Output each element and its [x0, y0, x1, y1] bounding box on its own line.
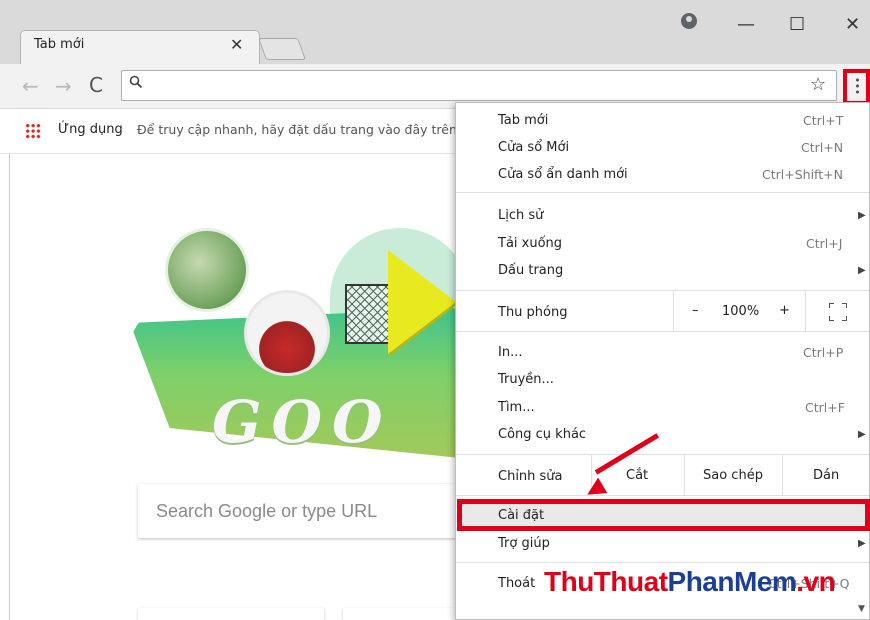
doodle-team-badge [244, 290, 330, 376]
scroll-down-icon[interactable]: ▼ [858, 604, 865, 614]
doodle-player-badge [165, 228, 249, 312]
menu-item-zoom: Thu phóng [498, 305, 568, 320]
edit-divider [782, 455, 783, 495]
menu-item-new-window[interactable]: Cửa sổ Mới [498, 140, 569, 155]
more-vert-icon[interactable] [856, 77, 859, 94]
menu-item-edit: Chỉnh sửa [498, 469, 563, 484]
menu-item-help[interactable]: Trợ giúp [498, 536, 550, 551]
menu-item-new-tab[interactable]: Tab mới [498, 113, 548, 128]
zoom-divider [805, 291, 806, 331]
zoom-in-button[interactable]: + [779, 303, 790, 318]
bookmark-star-icon[interactable]: ☆ [810, 74, 826, 95]
shortcut-find: Ctrl+F [805, 400, 845, 415]
reload-icon[interactable]: C [89, 73, 103, 97]
shortcut-print: Ctrl+P [803, 345, 844, 360]
submenu-arrow-icon: ▶ [858, 265, 866, 276]
zoom-divider [673, 291, 674, 331]
new-tab-button[interactable] [257, 38, 307, 60]
menu-item-exit[interactable]: Thoát [498, 576, 535, 591]
shortcut-new-window: Ctrl+N [801, 140, 844, 155]
zoom-out-button[interactable]: – [692, 303, 699, 318]
watermark: ThuThuatPhanMem.vn [544, 566, 836, 597]
edit-paste-button[interactable]: Dán [813, 468, 839, 483]
menu-item-bookmarks[interactable]: Dấu trang [498, 263, 563, 278]
menu-separator [456, 562, 869, 563]
menu-item-history[interactable]: Lịch sử [498, 208, 543, 223]
search-placeholder: Search Google or type URL [156, 501, 378, 521]
search-icon [129, 75, 143, 93]
edit-cut-button[interactable]: Cắt [626, 468, 648, 483]
edit-copy-button[interactable]: Sao chép [703, 468, 763, 483]
edit-divider [684, 455, 685, 495]
tab-title: Tab mới [34, 37, 85, 52]
zoom-level: 100% [722, 304, 760, 319]
fullscreen-icon[interactable] [829, 303, 847, 321]
menu-separator [456, 454, 869, 455]
shortcut-downloads: Ctrl+J [806, 236, 843, 251]
menu-separator [456, 495, 869, 496]
submenu-arrow-icon: ▶ [858, 210, 866, 221]
page-left-edge [0, 154, 10, 620]
apps-grid-icon[interactable] [25, 123, 41, 139]
menu-item-more-tools[interactable]: Công cụ khác [498, 427, 586, 442]
doodle-goal-net [345, 284, 393, 344]
submenu-arrow-icon: ▶ [858, 538, 866, 549]
menu-item-find[interactable]: Tìm... [498, 400, 535, 415]
profile-icon[interactable] [681, 13, 697, 29]
bookmarks-hint: Để truy cập nhanh, hãy đặt dấu trang vào… [137, 122, 455, 137]
menu-separator [456, 331, 869, 332]
apps-link[interactable]: Ứng dụng [58, 122, 123, 137]
menu-item-incognito[interactable]: Cửa sổ ẩn danh mới [498, 167, 628, 182]
menu-item-settings[interactable]: Cài đặt [498, 508, 544, 523]
menu-item-cast[interactable]: Truyền... [498, 372, 554, 387]
menu-separator [456, 192, 869, 193]
doodle-play-icon[interactable] [388, 250, 456, 354]
address-bar[interactable] [121, 70, 837, 101]
close-window-button[interactable]: ✕ [845, 14, 860, 35]
doodle-logo-text: GOO [212, 388, 393, 456]
forward-icon[interactable]: → [55, 74, 72, 98]
menu-separator [456, 290, 869, 291]
minimize-button[interactable]: — [737, 14, 755, 35]
back-icon[interactable]: ← [22, 74, 39, 98]
menu-item-downloads[interactable]: Tải xuống [498, 236, 562, 251]
submenu-arrow-icon: ▶ [858, 429, 866, 440]
shortcut-incognito: Ctrl+Shift+N [762, 167, 843, 182]
maximize-button[interactable]: ☐ [789, 14, 805, 35]
shortcut-new-tab: Ctrl+T [803, 113, 844, 128]
tab-close-icon[interactable]: ✕ [230, 35, 243, 54]
menu-item-print[interactable]: In... [498, 345, 522, 360]
shortcut-tile[interactable] [138, 608, 324, 620]
